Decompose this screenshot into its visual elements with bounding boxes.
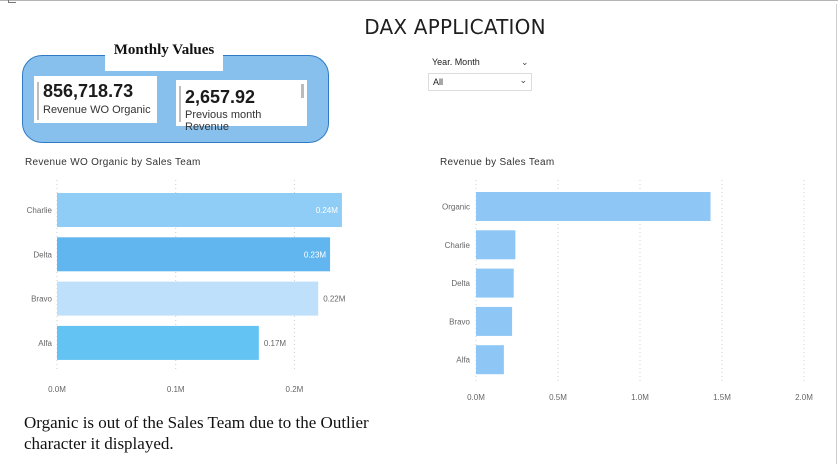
kpi-panel-title: Monthly Values [105,39,223,71]
x-tick-label: 2.0M [795,393,813,402]
kpi-label: Revenue WO Organic [43,104,151,116]
x-tick-label: 1.5M [713,393,731,402]
chart-title-revenue-wo-organic: Revenue WO Organic by Sales Team [25,157,201,168]
card-accent-bar [37,82,39,120]
x-tick-label: 0.0M [48,385,66,394]
x-tick-label: 0.2M [286,385,304,394]
x-tick-label: 0.1M [167,385,185,394]
bar-alfa[interactable] [57,325,259,360]
x-tick-label: 0.5M [549,393,567,402]
bar-organic[interactable] [476,192,711,221]
category-label: Delta [33,250,52,259]
category-label: Charlie [445,241,471,250]
data-label: 0.17M [264,339,287,348]
category-label: Bravo [449,317,470,326]
bar-bravo[interactable] [57,281,319,316]
bar-alfa[interactable] [476,345,504,375]
kpi-card-revenue-wo-organic[interactable]: 856,718.73 Revenue WO Organic [34,76,157,123]
revenue-wo-organic-bar-chart[interactable]: 0.0M 0.1M 0.2M Charlie 0.24M Delta 0.23M Bravo 0… [0,170,420,400]
x-tick-label: 1.0M [631,393,649,402]
category-label: Organic [442,203,470,212]
window-top-edge [0,0,838,3]
slicer-title: Year. Month [432,57,480,67]
chart-title-revenue-by-sales-team: Revenue by Sales Team [440,157,555,168]
category-label: Delta [451,279,470,288]
category-label: Charlie [27,206,53,215]
data-label: 0.24M [316,206,339,215]
chevron-down-icon[interactable]: ⌄ [521,57,529,68]
bar-delta[interactable] [57,237,331,272]
window-corner-mark [8,0,16,3]
category-label: Bravo [31,295,52,304]
note-text: Organic is out of the Sales Team due to … [24,413,369,453]
category-label: Alfa [38,339,52,348]
data-label: 0.23M [304,250,327,259]
kpi-value: 856,718.73 [43,81,134,101]
revenue-by-sales-team-bar-chart[interactable]: 0.0M 0.5M 1.0M 1.5M 2.0M Organic Charlie Delta B… [420,170,836,410]
data-label: 0.22M [323,295,346,304]
year-month-dropdown[interactable]: All ⌄ [428,73,532,91]
dropdown-selected-value: All [433,77,444,87]
kpi-card-previous-month-revenue[interactable]: 2,657.92 Previous month Revenue [176,80,307,133]
card-scrollbar[interactable] [301,84,304,98]
bar-bravo[interactable] [476,306,513,336]
bar-charlie[interactable] [476,230,516,260]
x-tick-label: 0.0M [467,393,485,402]
card-accent-bar [179,86,181,122]
bar-charlie[interactable] [57,193,342,227]
category-label: Alfa [456,356,470,365]
page-title: DAX APPLICATION [364,15,546,39]
kpi-value: 2,657.92 [185,87,256,107]
bar-delta[interactable] [476,268,514,298]
kpi-label: Previous month Revenue [185,109,262,133]
window-right-edge [836,4,837,464]
chevron-down-icon[interactable]: ⌄ [519,75,527,86]
